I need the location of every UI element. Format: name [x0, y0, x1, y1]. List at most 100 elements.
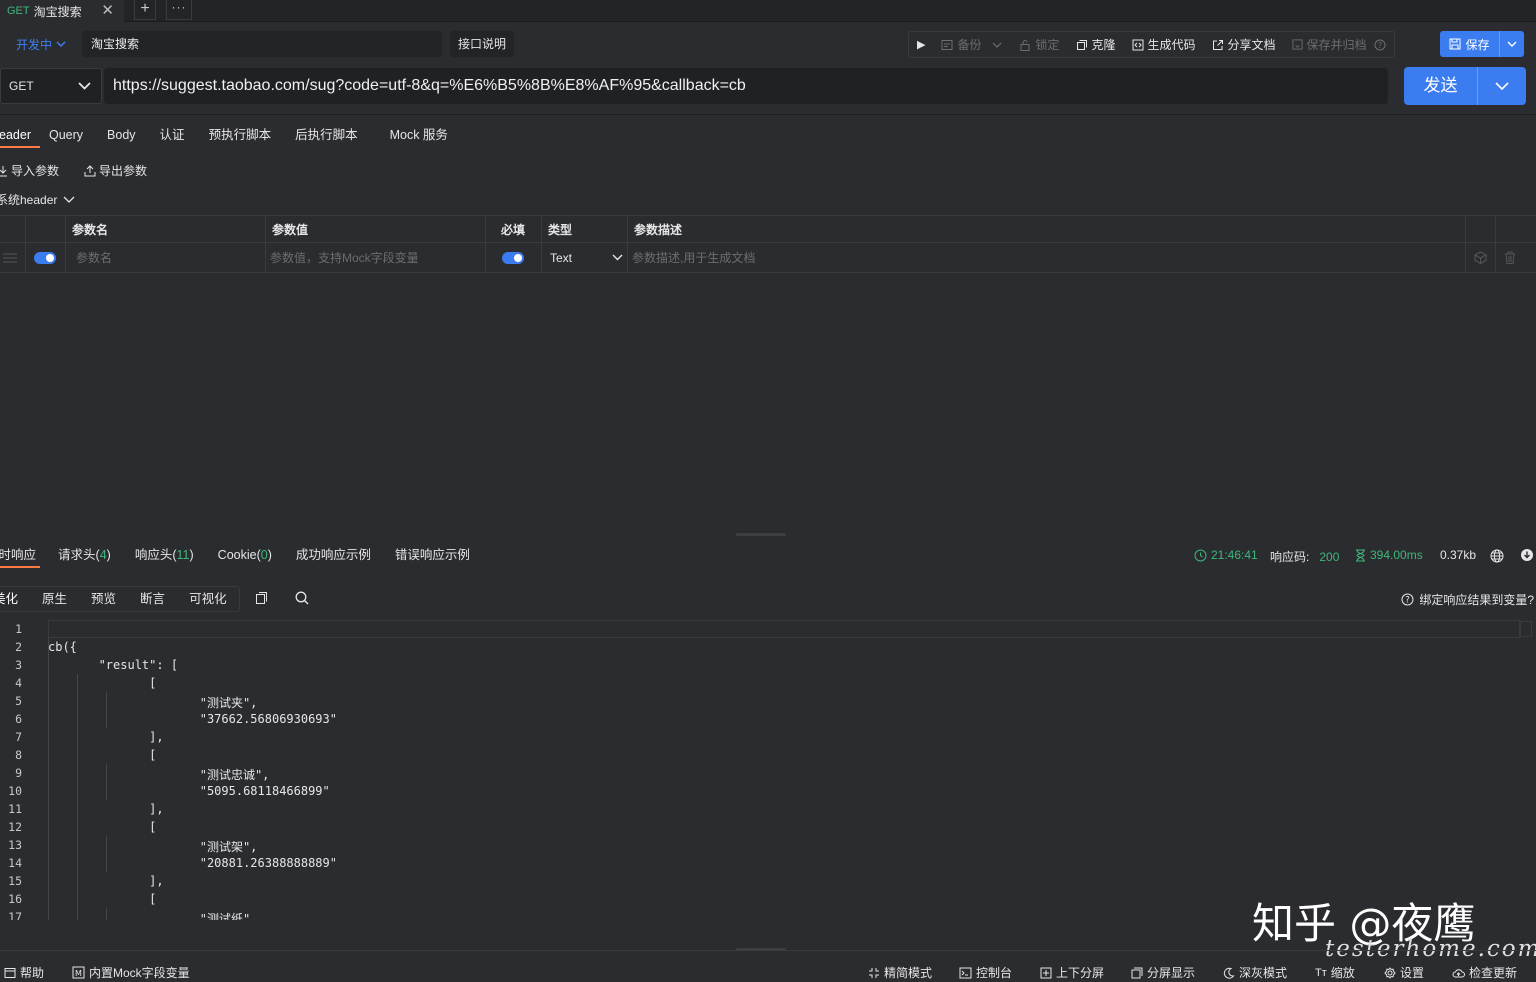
copy-icon — [1076, 39, 1087, 50]
line-number: 3 — [15, 658, 22, 672]
gen-code-button[interactable]: 生成代码 — [1124, 32, 1204, 57]
param-desc-input[interactable]: 参数描述,用于生成文档 — [628, 243, 1466, 272]
tab-live-response[interactable]: 实时响应 — [0, 546, 48, 568]
chevron-down-icon[interactable] — [1478, 79, 1526, 93]
response-code: 响应码: 200 — [1270, 548, 1339, 565]
tab-error-example[interactable]: 错误响应示例 — [383, 546, 482, 568]
help-icon[interactable]: ? — [1374, 39, 1386, 51]
chevron-down-icon[interactable] — [1500, 39, 1524, 49]
line-number: 6 — [15, 712, 22, 726]
code-line: "测试夹", — [48, 696, 258, 710]
clone-button[interactable]: 克隆 — [1068, 32, 1124, 57]
window-icon — [1131, 967, 1143, 978]
trash-icon[interactable] — [1496, 243, 1536, 272]
console-button[interactable]: 控制台 — [959, 964, 1012, 981]
tab-resp-headers[interactable]: 响应头(11) — [123, 546, 206, 568]
dark-mode-button[interactable]: 深灰模式 — [1223, 964, 1287, 981]
response-time: 21:46:41 — [1194, 548, 1258, 562]
code-editor[interactable]: 1 2 cb({3 "result": [4 [5 "测试夹", 6 "37662.5… — [0, 620, 1536, 920]
enable-toggle[interactable] — [26, 243, 66, 272]
save-archive-label: 保存并归档 — [1306, 38, 1367, 52]
simple-mode-button[interactable]: 精简模式 — [868, 964, 932, 981]
import-params-button[interactable]: 导入参数 — [0, 162, 59, 179]
compress-icon — [869, 967, 879, 978]
sys-header-toggle[interactable]: 系统header — [0, 191, 75, 208]
add-tab-icon[interactable]: + — [134, 0, 156, 20]
help-button[interactable]: 帮助 — [4, 964, 44, 981]
save-archive-button[interactable]: 保存并归档 ? — [1284, 32, 1394, 57]
tab-cookie[interactable]: Cookie(0) — [206, 546, 284, 568]
tab-success-example[interactable]: 成功响应示例 — [284, 546, 383, 568]
type-select[interactable]: Text — [542, 243, 628, 272]
mode-raw[interactable]: 原生 — [30, 587, 79, 611]
header-drag — [0, 216, 26, 242]
cube-icon[interactable] — [1466, 243, 1496, 272]
chevron-down-icon — [993, 42, 1002, 48]
export-label: 导出参数 — [99, 164, 148, 178]
code-value: 200 — [1319, 549, 1340, 564]
request-name-input[interactable]: 淘宝搜索 — [82, 31, 442, 57]
tab-header[interactable]: Header — [0, 126, 43, 148]
backup-icon — [941, 39, 953, 50]
status-select[interactable]: 开发中 — [8, 31, 78, 57]
tab-query[interactable]: Query — [43, 126, 95, 148]
table-header: 参数名 参数值 必填 类型 参数描述 — [0, 215, 1536, 243]
chevron-down-icon — [56, 41, 66, 47]
search-icon[interactable] — [295, 591, 309, 608]
split-vertical-button[interactable]: 上下分屏 — [1040, 964, 1104, 981]
mock-vars-button[interactable]: M 内置Mock字段变量 — [72, 964, 190, 981]
url-input[interactable]: https://suggest.taobao.com/sug?code=utf-… — [104, 68, 1388, 104]
archive-icon — [1292, 39, 1303, 50]
drag-handle-icon[interactable] — [0, 243, 26, 272]
download-icon[interactable] — [1520, 548, 1534, 562]
param-value-input[interactable]: 参数值，支持Mock字段变量 — [266, 243, 486, 272]
method-select[interactable]: GET — [0, 68, 102, 104]
view-mode-segment: 美化 原生 预览 断言 可视化 — [0, 586, 240, 612]
svg-text:M: M — [75, 969, 82, 978]
chevron-down-icon — [612, 254, 623, 261]
code-line: cb({ — [48, 640, 77, 654]
tab-auth[interactable]: 认证 — [148, 126, 197, 148]
send-label: 发送 — [1404, 67, 1478, 105]
bind-variable-link[interactable]: ? 绑定响应结果到变量? — [1401, 591, 1534, 608]
lock-button[interactable]: 锁定 — [1011, 32, 1067, 57]
share-doc-button[interactable]: 分享文档 — [1204, 32, 1284, 57]
zoom-button[interactable]: Tт 缩放 — [1315, 964, 1355, 981]
upload-icon — [84, 164, 96, 176]
tab-req-headers[interactable]: 请求头(4) — [48, 546, 123, 568]
bind-label: 绑定响应结果到变量? — [1419, 593, 1534, 607]
mode-assert[interactable]: 断言 — [128, 587, 177, 611]
globe-icon[interactable] — [1490, 549, 1504, 563]
tab-post-script[interactable]: 后执行脚本 — [283, 126, 370, 148]
active-tab-indicator — [0, 566, 40, 568]
settings-button[interactable]: 设置 — [1384, 964, 1424, 981]
tab-body[interactable]: Body — [95, 126, 148, 148]
backup-button[interactable]: 备份 — [933, 32, 1011, 57]
send-button[interactable]: 发送 — [1404, 67, 1526, 105]
param-name-input[interactable]: 参数名 — [66, 243, 266, 272]
more-icon[interactable]: ··· — [166, 0, 192, 20]
tab-pre-script[interactable]: 预执行脚本 — [197, 126, 284, 148]
code-line: [ — [48, 820, 157, 834]
copy-icon[interactable] — [255, 591, 268, 608]
duration-value: 394.00ms — [1370, 548, 1423, 562]
tab-mock[interactable]: Mock 服务 — [370, 126, 460, 148]
splitter-handle[interactable] — [736, 948, 786, 951]
save-button[interactable]: 保存 — [1440, 31, 1524, 57]
check-update-button[interactable]: 检查更新 — [1452, 964, 1517, 981]
export-params-button[interactable]: 导出参数 — [84, 162, 147, 179]
active-tab-indicator — [0, 146, 40, 148]
tab-request[interactable]: GET 淘宝搜索 ✕ — [0, 0, 124, 22]
splitter-handle[interactable] — [736, 533, 786, 536]
close-icon[interactable]: ✕ — [101, 1, 114, 19]
mode-preview[interactable]: 预览 — [79, 587, 128, 611]
split-show-button[interactable]: 分屏显示 — [1131, 964, 1195, 981]
hourglass-icon — [1356, 549, 1365, 561]
response-size: 0.37kb — [1440, 548, 1476, 562]
mode-beautify[interactable]: 美化 — [0, 587, 30, 611]
code-line: [ — [48, 892, 157, 906]
run-button[interactable]: ▶ — [909, 32, 933, 57]
mode-visualize[interactable]: 可视化 — [177, 587, 239, 611]
required-toggle[interactable] — [486, 243, 542, 272]
api-doc-button[interactable]: 接口说明 — [450, 31, 514, 57]
